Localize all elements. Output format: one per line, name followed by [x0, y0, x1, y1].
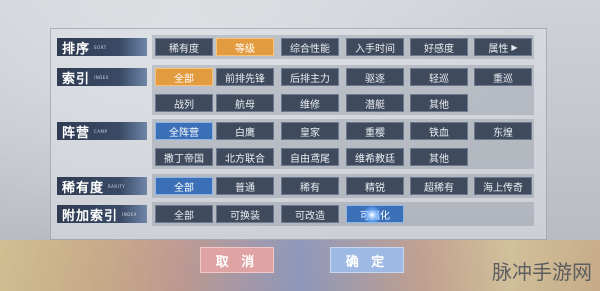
filter-option-button[interactable]: 全阵营: [155, 122, 213, 140]
filter-option-button[interactable]: 超稀有: [410, 177, 468, 195]
filter-option-label: 北方联合: [225, 153, 265, 165]
filter-option-label: 稀有度: [169, 43, 199, 55]
filter-option-label: 重巡: [493, 73, 513, 85]
filter-option-button[interactable]: 北方联合: [216, 148, 274, 166]
filter-option-label: 全阵营: [169, 127, 199, 139]
filter-option-label: 超稀有: [424, 182, 454, 194]
filter-option-label: 战列: [174, 99, 194, 111]
filter-option-button[interactable]: 维希教廷: [346, 148, 404, 166]
filter-option-label: 全部: [174, 182, 194, 194]
filter-option-label: 海上传奇: [483, 182, 523, 194]
filter-option-button[interactable]: 东煌: [474, 122, 532, 140]
filter-option-label: 潜艇: [365, 99, 385, 111]
filter-option-button[interactable]: 潜艇: [346, 94, 404, 112]
filter-option-button[interactable]: 皇家: [281, 122, 339, 140]
filter-row-label: 阵营 CAMP: [57, 122, 147, 141]
filter-option-button[interactable]: 全部: [155, 68, 213, 86]
filter-option-label: 可换装: [230, 210, 260, 222]
row-title: 阵营: [62, 125, 91, 141]
filter-option-label: 其他: [429, 153, 449, 165]
filter-option-button[interactable]: 撒丁帝国: [155, 148, 213, 166]
filter-option-label: 入手时间: [355, 43, 395, 55]
filter-option-button[interactable]: 轻巡: [410, 68, 468, 86]
filter-option-label: 白鹰: [235, 127, 255, 139]
filter-option-button[interactable]: 入手时间: [346, 38, 404, 56]
filter-option-label: 重樱: [365, 127, 385, 139]
row-subtitle: INDEX: [94, 74, 110, 80]
row-subtitle: SORT: [94, 44, 107, 50]
filter-option-button[interactable]: 等级: [216, 38, 274, 56]
filter-option-button[interactable]: 自由鸢尾: [281, 148, 339, 166]
filter-option-button[interactable]: 维修: [281, 94, 339, 112]
filter-option-button[interactable]: 驱逐: [346, 68, 404, 86]
filter-option-button[interactable]: 可换装: [216, 205, 274, 223]
filter-option-button[interactable]: 可改造: [281, 205, 339, 223]
filter-option-button[interactable]: 重樱: [346, 122, 404, 140]
filter-option-button[interactable]: 属性 ▶: [474, 38, 532, 56]
filter-option-button[interactable]: 白鹰: [216, 122, 274, 140]
filter-option-button[interactable]: 航母: [216, 94, 274, 112]
filter-option-label: 稀有: [300, 182, 320, 194]
filter-option-label: 东煌: [493, 127, 513, 139]
filter-option-label: 全部: [174, 73, 194, 85]
cancel-button[interactable]: 取 消: [200, 247, 274, 273]
filter-option-button[interactable]: 好感度: [410, 38, 468, 56]
filter-option-button[interactable]: 普通: [216, 177, 274, 195]
row-title: 排序: [62, 41, 91, 57]
filter-option-label: 全部: [174, 210, 194, 222]
filter-option-button[interactable]: 战列: [155, 94, 213, 112]
filter-option-button[interactable]: 全部: [155, 177, 213, 195]
filter-option-button[interactable]: 其他: [410, 148, 468, 166]
filter-option-label: 维修: [300, 99, 320, 111]
filter-option-button[interactable]: 海上传奇: [474, 177, 532, 195]
filter-option-label: 航母: [235, 99, 255, 111]
row-title: 稀有度: [62, 180, 105, 196]
row-subtitle: INDEX: [122, 211, 138, 217]
sparkle-effect: [362, 205, 382, 225]
filter-row-label: 排序 SORT: [57, 38, 147, 57]
filter-row-label: 稀有度 RARITY: [57, 177, 147, 196]
filter-option-label: 其他: [429, 99, 449, 111]
filter-option-label: 普通: [235, 182, 255, 194]
filter-option-button[interactable]: 精锐: [346, 177, 404, 195]
filter-option-label: 综合性能: [290, 43, 330, 55]
row-title: 索引: [62, 71, 91, 87]
filter-option-button[interactable]: 铁血: [410, 122, 468, 140]
filter-option-label: 自由鸢尾: [290, 153, 330, 165]
filter-option-button[interactable]: 全部: [155, 205, 213, 223]
row-title: 附加索引: [62, 208, 119, 224]
filter-option-label: 驱逐: [365, 73, 385, 85]
filter-option-button[interactable]: 稀有度: [155, 38, 213, 56]
filter-option-button[interactable]: 后排主力: [281, 68, 339, 86]
filter-option-label: 铁血: [429, 127, 449, 139]
filter-option-label: 属性: [488, 43, 509, 55]
filter-option-label: 后排主力: [290, 73, 330, 85]
chevron-right-icon: ▶: [511, 42, 518, 52]
filter-option-label: 皇家: [300, 127, 320, 139]
filter-option-label: 精锐: [365, 182, 385, 194]
filter-option-label: 等级: [235, 43, 255, 55]
filter-option-button[interactable]: 稀有: [281, 177, 339, 195]
filter-row-label: 索引 INDEX: [57, 68, 147, 87]
filter-option-label: 可改造: [295, 210, 325, 222]
confirm-button[interactable]: 确 定: [330, 247, 404, 273]
filter-option-button[interactable]: 综合性能: [281, 38, 339, 56]
row-subtitle: RARITY: [108, 183, 126, 189]
filter-option-label: 撒丁帝国: [164, 153, 204, 165]
watermark: 脉冲手游网: [492, 260, 592, 284]
filter-option-button[interactable]: 重巡: [474, 68, 532, 86]
filter-option-label: 维希教廷: [355, 153, 395, 165]
row-subtitle: CAMP: [94, 128, 108, 134]
filter-row-label: 附加索引 INDEX: [57, 205, 147, 224]
filter-option-label: 前排先锋: [225, 73, 265, 85]
filter-option-button[interactable]: 前排先锋: [216, 68, 274, 86]
filter-option-label: 好感度: [424, 43, 454, 55]
filter-option-button[interactable]: 其他: [410, 94, 468, 112]
filter-option-label: 轻巡: [429, 73, 449, 85]
